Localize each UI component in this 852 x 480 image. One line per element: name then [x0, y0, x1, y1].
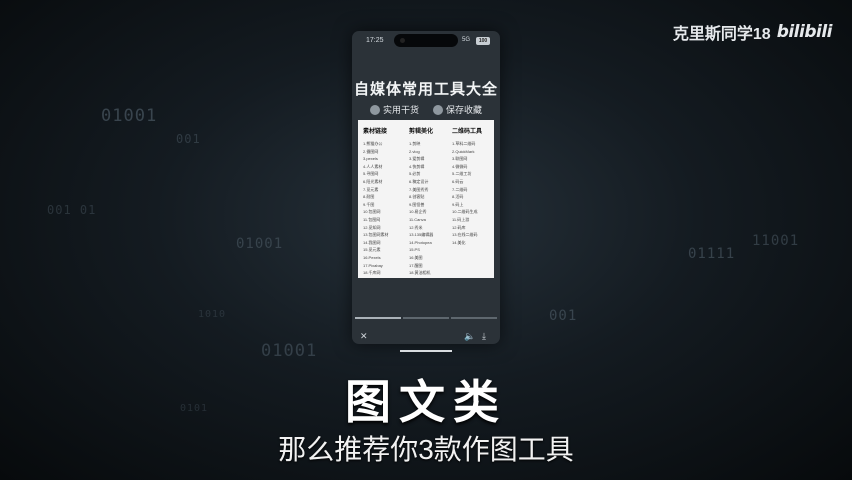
- caption-subtitle: 那么推荐你3款作图工具: [278, 434, 574, 465]
- dynamic-island: [394, 34, 458, 47]
- list-item: 13.135编辑器: [409, 232, 434, 238]
- list-item: 3.联图网: [452, 156, 468, 162]
- close-icon[interactable]: ✕: [360, 331, 368, 342]
- binary-decoration: 01001: [261, 341, 318, 361]
- camera-icon: [400, 38, 405, 43]
- list-item: 14.Photopea: [409, 239, 432, 245]
- signal-indicator: 5G: [461, 37, 470, 43]
- card-tags: 实用干货 保存收藏: [352, 103, 500, 116]
- tag-practical: 实用干货: [369, 103, 419, 116]
- list-item: 10.包图网: [363, 209, 381, 215]
- list-item: 16.美图: [409, 254, 423, 260]
- list-item: 6.稿定设计: [409, 178, 429, 184]
- list-item: 16.Pexels: [363, 254, 381, 260]
- list-item: 6.阳光素材: [363, 178, 383, 184]
- download-icon[interactable]: ⤓: [482, 331, 486, 342]
- column-materials: 素材链接 1.熊猫办公 2.摄图网 3.pexels 4.人人素材 5.寻图网 6.阳光素材…: [363, 126, 407, 278]
- volume-icon[interactable]: 🔈: [464, 331, 475, 342]
- list-item: 5.二维工坊: [452, 171, 472, 177]
- list-item: 17.醒图: [409, 262, 423, 268]
- channel-watermark: 克里斯同学18 bilibili: [672, 20, 833, 44]
- star-icon: [433, 104, 443, 115]
- tag-label: 实用干货: [382, 105, 419, 115]
- battery-icon: 100: [476, 37, 490, 45]
- list-item: 19.素材: [363, 277, 407, 279]
- progress-segment: [355, 317, 401, 319]
- list-item: 7.二维码: [452, 186, 468, 192]
- list-item: 3.pexels: [363, 156, 378, 162]
- list-item: 7.觅元素: [363, 186, 379, 192]
- list-item: 3.爱剪辑: [409, 156, 425, 162]
- list-item: 2.摄图网: [363, 148, 379, 154]
- status-bar: 17:25 5G 100: [352, 31, 500, 51]
- list-item: 12.觅知网: [363, 224, 381, 230]
- column-editing: 剪辑美化 1.剪映 2.vlog 3.爱剪辑 4.快剪辑 5.必剪 6.稿定设计 7.美图秀秀…: [409, 126, 453, 277]
- binary-decoration: 01001: [236, 236, 284, 252]
- tag-save: 保存收藏: [433, 103, 482, 116]
- column-header: 素材链接: [363, 129, 388, 135]
- list-item: 11.Canva: [409, 216, 426, 222]
- list-item: 11.包图网: [363, 216, 381, 222]
- list-item: 17.Pixabay: [363, 262, 383, 268]
- binary-decoration: 01001: [101, 106, 158, 126]
- bilibili-logo: bilibili: [776, 22, 833, 42]
- list-item: 2.QuickMark: [452, 148, 475, 154]
- list-item: 10.二维码生成: [452, 209, 478, 215]
- list-item: 6.码云: [452, 178, 464, 184]
- list-item: 9.码上: [452, 201, 464, 207]
- list-item: 1.熊猫办公: [363, 141, 383, 146]
- tag-label: 保存收藏: [446, 105, 483, 115]
- list-item: 1.剪映: [409, 141, 421, 146]
- binary-decoration: 1010: [198, 309, 227, 320]
- column-header: 剪辑美化: [409, 129, 434, 135]
- column-header: 二维码工具: [452, 129, 483, 135]
- binary-decoration: 001 01: [47, 203, 97, 217]
- author-name: 克里斯同学18: [672, 26, 771, 43]
- list-item: 7.美图秀秀: [409, 186, 429, 192]
- list-item: 12.秀米: [409, 224, 423, 230]
- list-item: 15.觅元素: [363, 247, 381, 253]
- card-title: 自媒体常用工具大全: [353, 81, 498, 98]
- list-item: 8.创客贴: [409, 194, 425, 200]
- list-item: 5.寻图网: [363, 171, 379, 177]
- binary-decoration: 001: [549, 308, 578, 324]
- list-item: 13.在线二维码: [452, 232, 478, 238]
- list-item: 8.活码: [452, 194, 464, 200]
- list-item: 4.人人素材: [363, 163, 383, 169]
- list-item: 5.必剪: [409, 171, 421, 177]
- list-item: 8.耐图: [363, 194, 375, 200]
- list-item: 15.PS: [409, 247, 420, 253]
- caption-title: 图文类: [345, 376, 507, 428]
- list-item: 2.vlog: [409, 148, 420, 154]
- column-qrcode: 二维码工具 1.草料二维码 2.QuickMark 3.联图网 4.微微码 5.二维工坊 6…: [452, 126, 494, 246]
- list-item: 13.包图网素材: [363, 232, 389, 238]
- list-item: 12.码库: [452, 224, 466, 230]
- list-item: 10.易企秀: [409, 209, 427, 215]
- video-frame: 01001 001 001 01 01001 11001 01111 001 0…: [0, 0, 852, 480]
- binary-decoration: 01111: [688, 246, 736, 262]
- list-item: 11.码上游: [452, 216, 470, 222]
- tool-list-sheet: 素材链接 1.熊猫办公 2.摄图网 3.pexels 4.人人素材 5.寻图网 6.阳光素材…: [358, 120, 494, 278]
- list-item: 1.草料二维码: [452, 141, 476, 146]
- list-item: 14.美化: [452, 239, 466, 245]
- caption-divider: [400, 350, 452, 352]
- thumbs-up-icon: [369, 104, 380, 115]
- progress-segment: [403, 317, 449, 319]
- list-item: 14.我图网: [363, 239, 381, 245]
- list-item: 4.快剪辑: [409, 163, 425, 169]
- binary-decoration: 11001: [752, 233, 800, 249]
- list-item: 9.图怪兽: [409, 201, 425, 207]
- slide-progress: [355, 317, 497, 319]
- list-item: 18.黄油相机: [409, 270, 431, 276]
- status-time: 17:25: [366, 37, 384, 44]
- list-item: 9.千图: [363, 201, 375, 207]
- progress-segment: [451, 317, 497, 319]
- binary-decoration: 001: [176, 132, 201, 146]
- list-item: 4.微微码: [452, 163, 468, 169]
- list-item: 18.千库网: [363, 270, 381, 276]
- phone-mockup: 17:25 5G 100 自媒体常用工具大全 实用干货 保存收藏 素材链接 1.熊…: [352, 31, 500, 344]
